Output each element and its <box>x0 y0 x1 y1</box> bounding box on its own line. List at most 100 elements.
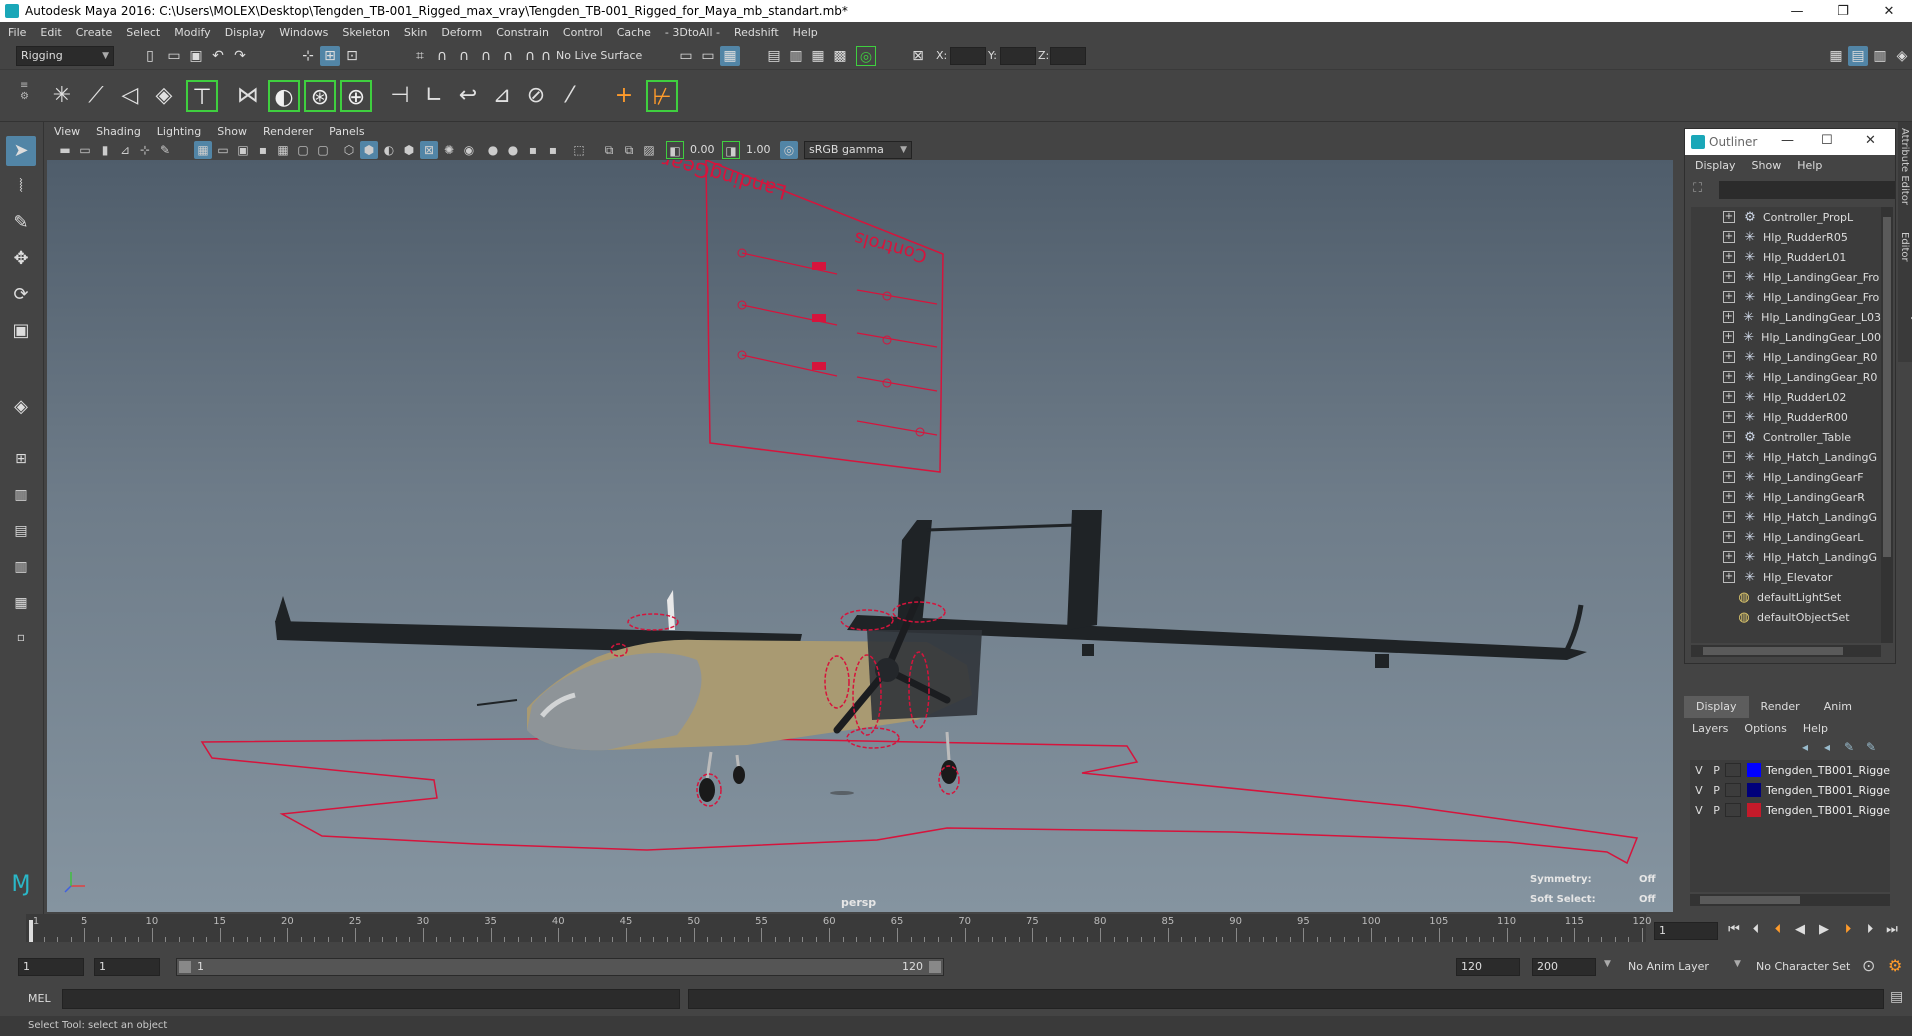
live-surface-icon[interactable]: ∩ <box>536 46 556 66</box>
select-object-icon[interactable]: ⊞ <box>320 46 340 66</box>
layout-outliner-icon[interactable]: ▦ <box>6 588 36 618</box>
step-forward-frame-icon[interactable]: ⏵ <box>1860 920 1880 940</box>
layer-color-swatch[interactable] <box>1747 803 1761 817</box>
expand-icon[interactable]: + <box>1723 551 1735 563</box>
layer-playback-toggle[interactable]: P <box>1708 764 1726 777</box>
field-chart-icon[interactable]: ▦ <box>274 141 292 159</box>
y-field[interactable] <box>1000 47 1036 65</box>
layer-tab-display[interactable]: Display <box>1684 696 1749 718</box>
outliner-menu-help[interactable]: Help <box>1797 159 1822 177</box>
panel-menu-panels[interactable]: Panels <box>329 125 364 138</box>
input-output-icon[interactable]: ▭ <box>698 46 718 66</box>
layer-display-type-toggle[interactable] <box>1725 783 1742 797</box>
layer-row[interactable]: V P Tengden_TB001_Rigge <box>1690 800 1890 820</box>
layer-visibility-toggle[interactable]: V <box>1690 804 1708 817</box>
expand-icon[interactable]: + <box>1723 471 1735 483</box>
expand-icon[interactable]: + <box>1723 271 1735 283</box>
color-management-icon[interactable]: ◎ <box>780 141 798 159</box>
exposure-icon[interactable]: ◧ <box>666 141 684 159</box>
wireframe-on-shaded-icon[interactable]: ◐ <box>380 141 398 159</box>
orient-joint-icon[interactable]: ⊤ <box>186 80 218 112</box>
menu-control[interactable]: Control <box>563 26 603 39</box>
move-layer-up-icon[interactable]: ◂ <box>1794 740 1816 754</box>
expand-icon[interactable]: + <box>1723 431 1735 443</box>
render-settings-icon[interactable]: ▦ <box>720 46 740 66</box>
live-surface-label[interactable]: No Live Surface <box>556 49 642 62</box>
layer-tab-anim[interactable]: Anim <box>1812 696 1864 718</box>
shadows-icon[interactable]: ✺ <box>440 141 458 159</box>
outliner-menu-display[interactable]: Display <box>1695 159 1736 177</box>
close-button[interactable]: ✕ <box>1866 0 1912 22</box>
hypershade-icon[interactable]: ▩ <box>830 46 850 66</box>
motion-blur-icon[interactable]: ● <box>484 141 502 159</box>
modeling-toolkit-icon[interactable]: ▦ <box>1826 46 1846 66</box>
point-constraint-icon[interactable]: ⊣ <box>384 80 416 112</box>
render-ipr-icon[interactable]: ◎ <box>856 46 876 66</box>
layout-side-icon[interactable]: ▤ <box>6 516 36 546</box>
last-tool-icon[interactable]: ◈ <box>6 392 36 422</box>
menu-3dtoall[interactable]: - 3DtoAll - <box>665 26 720 39</box>
move-tool-icon[interactable]: ✥ <box>6 244 36 274</box>
layer-horizontal-scrollbar[interactable] <box>1690 894 1890 906</box>
bind-skin-icon[interactable]: ⋈ <box>232 80 264 112</box>
panel-menu-view[interactable]: View <box>54 125 80 138</box>
layer-row[interactable]: V P Tengden_TB001_Rigge <box>1690 780 1890 800</box>
expand-icon[interactable]: + <box>1723 371 1735 383</box>
image-plane-icon[interactable]: ⊿ <box>116 141 134 159</box>
range-slider-bar[interactable]: 1 120 <box>176 958 944 976</box>
outliner-item[interactable]: + ✳ Hlp_LandingGear_L03 <box>1691 307 1881 327</box>
mirror-joint-icon[interactable]: ◈ <box>148 80 180 112</box>
expand-icon[interactable]: + <box>1723 351 1735 363</box>
select-hierarchy-icon[interactable]: ⊹ <box>298 46 318 66</box>
outliner-vertical-scrollbar[interactable] <box>1881 207 1893 643</box>
grid-icon[interactable]: ▦ <box>194 141 212 159</box>
create-joint-icon[interactable]: ✳ <box>46 80 78 112</box>
ik-spline-icon[interactable]: ◁ <box>114 80 146 112</box>
minimize-button[interactable]: — <box>1774 0 1820 22</box>
outliner-item[interactable]: ◍ defaultObjectSet <box>1691 607 1881 627</box>
2d-pan-zoom-icon[interactable]: ⊹ <box>136 141 154 159</box>
safe-title-icon[interactable]: ▢ <box>314 141 332 159</box>
outliner-item[interactable]: + ⚙ Controller_Table <box>1691 427 1881 447</box>
restore-button[interactable]: ❐ <box>1820 0 1866 22</box>
expand-icon[interactable]: + <box>1723 491 1735 503</box>
playback-end-field[interactable]: 120 <box>1456 958 1520 976</box>
isolate-select-icon[interactable]: ⬚ <box>570 141 588 159</box>
sculpt-deformer-icon[interactable]: ⊕ <box>340 80 372 112</box>
play-backwards-icon[interactable]: ◀ <box>1790 920 1810 940</box>
expand-icon[interactable]: + <box>1723 411 1735 423</box>
snap-grid-icon[interactable]: ⌗ <box>410 46 430 66</box>
rotate-tool-icon[interactable]: ⟳ <box>6 280 36 310</box>
screen-space-ao-icon[interactable]: ◉ <box>460 141 478 159</box>
ipr-render-icon[interactable]: ▥ <box>786 46 806 66</box>
layout-single-icon[interactable]: ▥ <box>6 480 36 510</box>
layer-row[interactable]: V P Tengden_TB001_Rigge <box>1690 760 1890 780</box>
go-to-end-icon[interactable]: ⏭ <box>1882 920 1902 940</box>
scene-canvas[interactable]: LandingGear Controls <box>47 160 1673 912</box>
hik-character-icon[interactable]: ⊬ <box>646 80 678 112</box>
menu-deform[interactable]: Deform <box>441 26 482 39</box>
chevron-down-icon[interactable]: ▼ <box>1734 959 1741 969</box>
channel-box-tab[interactable]: Channel Box / Layer Editor <box>1899 232 1912 362</box>
menu-constrain[interactable]: Constrain <box>496 26 549 39</box>
ground-control-curve[interactable] <box>200 737 1639 865</box>
range-end-handle[interactable] <box>929 961 941 973</box>
outliner-item[interactable]: + ✳ Hlp_LandingGear_R0 <box>1691 347 1881 367</box>
expand-icon[interactable]: + <box>1723 331 1735 343</box>
new-layer-icon[interactable]: ✎ <box>1838 740 1860 754</box>
layer-display-type-toggle[interactable] <box>1725 803 1742 817</box>
outliner-item[interactable]: + ✳ Hlp_LandingGearL <box>1691 527 1881 547</box>
panel-menu-show[interactable]: Show <box>217 125 247 138</box>
snap-view-icon[interactable]: ∩ <box>476 46 496 66</box>
menu-select[interactable]: Select <box>126 26 160 39</box>
cluster-icon[interactable]: ◐ <box>268 80 300 112</box>
exposure-value[interactable]: 0.00 <box>690 143 715 156</box>
orient-constraint-icon[interactable]: ↩ <box>452 80 484 112</box>
step-forward-key-icon[interactable]: ⏵ <box>1838 920 1858 940</box>
step-back-key-icon[interactable]: ⏴ <box>1768 920 1788 940</box>
outliner-item[interactable]: + ✳ Hlp_RudderR00 <box>1691 407 1881 427</box>
outliner-menu-show[interactable]: Show <box>1752 159 1782 177</box>
landing-gear-control-board[interactable]: LandingGear Controls <box>659 160 944 473</box>
menu-create[interactable]: Create <box>76 26 113 39</box>
camera-attributes-icon[interactable]: ▭ <box>76 141 94 159</box>
